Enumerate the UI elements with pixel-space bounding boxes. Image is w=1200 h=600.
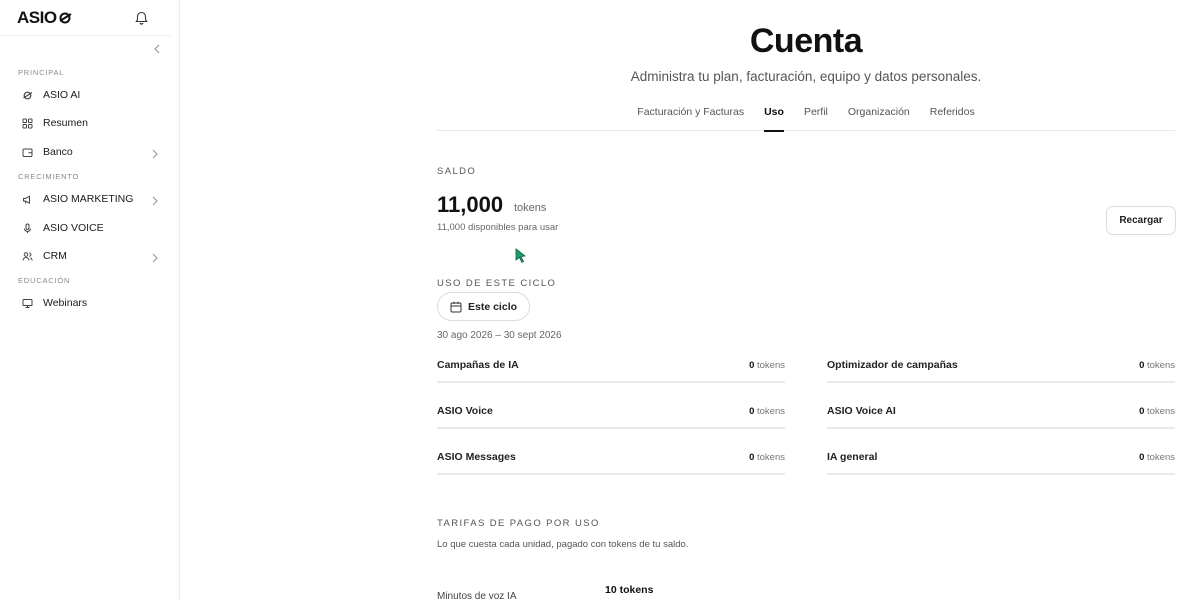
tab-facturacion[interactable]: Facturación y Facturas (637, 100, 744, 131)
usage-row: ASIO Messages 0 tokens (437, 451, 785, 475)
usage-name: ASIO Messages (437, 451, 516, 463)
section-label-educacion: EDUCACIÓN (18, 276, 71, 285)
rate-value: 10 tokens (605, 584, 654, 596)
sidebar-item-banco[interactable]: Banco (14, 140, 165, 164)
cycle-selector-label: Este ciclo (468, 300, 518, 313)
usage-value: 0 tokens (1139, 360, 1175, 371)
usage-value: 0 tokens (749, 406, 785, 417)
grid-icon (21, 117, 33, 129)
megaphone-icon (21, 193, 33, 205)
rate-name: Minutos de voz IA (437, 591, 517, 600)
account-tabs: Facturación y Facturas Uso Perfil Organi… (437, 100, 1175, 132)
usage-name: ASIO Voice (437, 405, 493, 417)
tarifas-label: TARIFAS DE PAGO POR USO (437, 518, 600, 529)
logo-mark-icon (59, 12, 72, 23)
balance-amount: 11,000 (437, 192, 504, 217)
bell-icon[interactable] (133, 10, 149, 26)
sidebar-item-label: Webinars (43, 297, 88, 309)
page-subtitle: Administra tu plan, facturación, equipo … (630, 69, 982, 84)
usage-row: ASIO Voice 0 tokens (437, 405, 785, 429)
tab-organizacion[interactable]: Organización (848, 100, 910, 131)
sidebar-item-webinars[interactable]: Webinars (14, 291, 165, 315)
usage-name: Campañas de IA (437, 359, 519, 371)
chevron-right-icon (151, 146, 161, 159)
usage-name: IA general (827, 451, 878, 463)
logo[interactable]: ASIO (17, 8, 72, 28)
tab-perfil[interactable]: Perfil (804, 100, 828, 131)
page-title: Cuenta (749, 22, 863, 60)
sidebar-item-label: ASIO AI (43, 89, 81, 101)
sidebar-item-label: Banco (43, 146, 73, 158)
tab-uso[interactable]: Uso (764, 100, 784, 132)
cycle-date-range: 30 ago 2026 – 30 sept 2026 (437, 330, 562, 341)
usage-row: Campañas de IA 0 tokens (437, 359, 785, 383)
usage-value: 0 tokens (749, 452, 785, 463)
cycle-label: USO DE ESTE CICLO (437, 278, 557, 289)
recharge-button[interactable]: Recargar (1106, 206, 1176, 235)
sidebar-item-asio-ai[interactable]: ASIO AI (14, 83, 165, 107)
sidebar-item-label: ASIO VOICE (43, 222, 104, 234)
tarifas-description: Lo que cuesta cada unidad, pagado con to… (437, 539, 689, 550)
collapse-sidebar-chevron-icon[interactable] (153, 43, 163, 55)
usage-row: IA general 0 tokens (827, 451, 1175, 475)
section-label-crecimiento: CRECIMIENTO (18, 172, 80, 181)
logo-text: ASIO (17, 7, 57, 27)
users-icon (21, 250, 33, 262)
usage-name: Optimizador de campañas (827, 359, 958, 371)
tab-referidos[interactable]: Referidos (930, 100, 975, 131)
usage-row: ASIO Voice AI 0 tokens (827, 405, 1175, 429)
wallet-icon (21, 146, 33, 158)
sidebar-item-resumen[interactable]: Resumen (14, 111, 165, 135)
asio-ai-icon (21, 89, 33, 101)
balance-unit: tokens (514, 202, 547, 214)
monitor-icon (21, 297, 33, 309)
sidebar-header: ASIO (0, 0, 171, 36)
sidebar-item-asio-marketing[interactable]: ASIO MARKETING (14, 187, 165, 211)
saldo-label: SALDO (437, 166, 477, 177)
section-label-principal: PRINCIPAL (18, 68, 65, 77)
calendar-icon (450, 301, 462, 313)
usage-value: 0 tokens (1139, 452, 1175, 463)
sidebar-item-label: CRM (43, 250, 67, 262)
sidebar: ASIO PRINCIPAL ASIO AI Resumen Banco CRE… (0, 0, 180, 600)
microphone-icon (21, 222, 33, 234)
balance-available: 11,000 disponibles para usar (437, 222, 559, 233)
sidebar-item-asio-voice[interactable]: ASIO VOICE (14, 216, 165, 240)
chevron-right-icon (151, 193, 161, 206)
usage-row: Optimizador de campañas 0 tokens (827, 359, 1175, 383)
usage-name: ASIO Voice AI (827, 405, 896, 417)
sidebar-item-label: Resumen (43, 117, 88, 129)
chevron-right-icon (151, 250, 161, 263)
sidebar-item-crm[interactable]: CRM (14, 244, 165, 268)
sidebar-item-label: ASIO MARKETING (43, 193, 134, 205)
usage-value: 0 tokens (1139, 406, 1175, 417)
cycle-selector-button[interactable]: Este ciclo (437, 292, 530, 321)
usage-value: 0 tokens (749, 360, 785, 371)
mouse-cursor-icon (515, 248, 527, 263)
